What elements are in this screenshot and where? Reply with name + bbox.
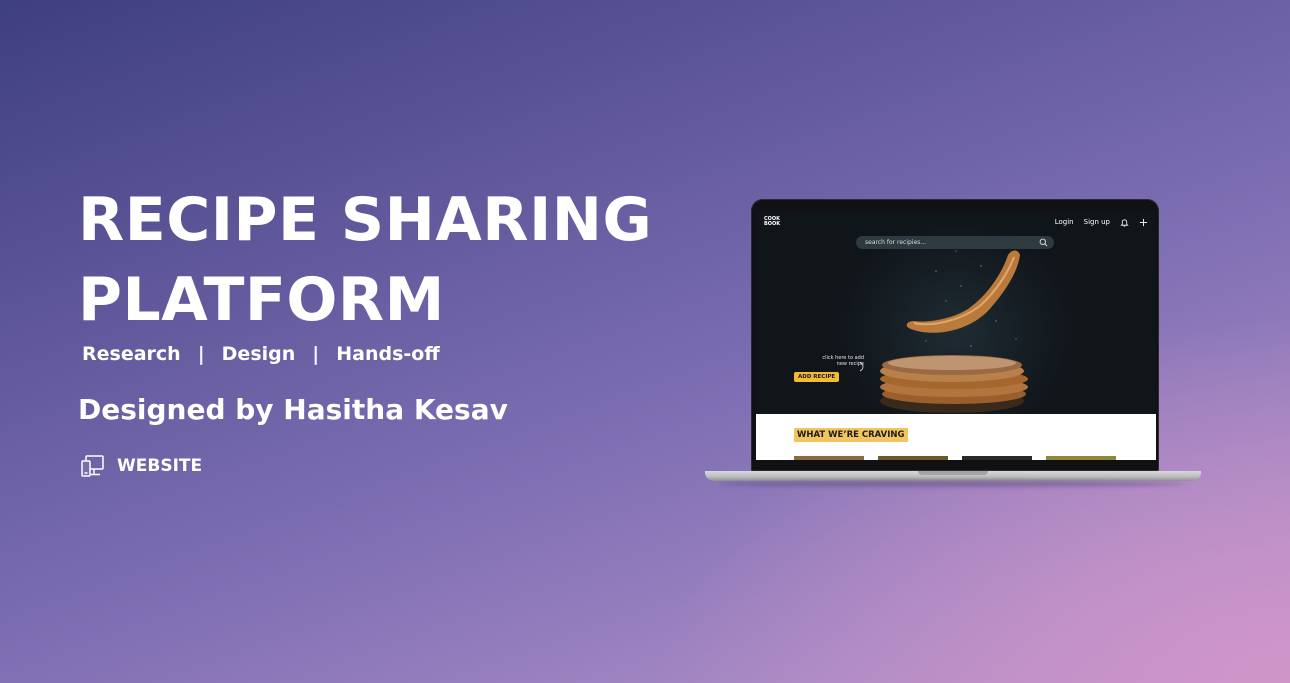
- tag-separator: |: [197, 343, 205, 365]
- laptop-shadow: [720, 481, 1186, 487]
- recipe-thumbnail[interactable]: [794, 456, 864, 460]
- devices-icon: [81, 455, 104, 477]
- mockup-search-placeholder: search for recipies...: [865, 239, 927, 246]
- title-line-1: RECIPE SHARING: [78, 185, 653, 255]
- laptop-notch: [918, 471, 988, 475]
- recipe-thumbnails: [794, 456, 1116, 460]
- tag-design: Design: [221, 343, 296, 365]
- mockup-nav-actions: Login Sign up: [1055, 218, 1148, 227]
- designer-byline: Designed by Hasitha Kesav: [78, 393, 508, 426]
- recipe-thumbnail[interactable]: [878, 456, 948, 460]
- tag-hands-off: Hands-off: [336, 343, 440, 365]
- section-heading: WHAT WE’RE CRAVING: [794, 428, 908, 442]
- bell-icon[interactable]: [1120, 218, 1129, 227]
- mockup-hero-image: COOK BOOK Login Sign up search for recip…: [756, 211, 1156, 414]
- mockup-logo[interactable]: COOK BOOK: [764, 217, 786, 227]
- tag-research: Research: [82, 343, 181, 365]
- recipe-thumbnail[interactable]: [962, 456, 1032, 460]
- mockup-content-section: WHAT WE’RE CRAVING: [756, 414, 1156, 460]
- mockup-signup-link[interactable]: Sign up: [1084, 218, 1110, 226]
- mockup-helper-text: click here to add new recipe: [822, 355, 864, 367]
- mockup-navbar: COOK BOOK Login Sign up: [756, 211, 1156, 233]
- laptop-screen: COOK BOOK Login Sign up search for recip…: [756, 211, 1156, 460]
- recipe-thumbnail[interactable]: [1046, 456, 1116, 460]
- page-title: RECIPE SHARING PLATFORM: [78, 180, 652, 340]
- mockup-search-input[interactable]: search for recipies...: [856, 236, 1054, 249]
- platform-label: WEBSITE: [117, 456, 203, 476]
- tag-separator: |: [312, 343, 320, 365]
- platform-label-row: WEBSITE: [81, 455, 202, 477]
- add-recipe-button[interactable]: ADD RECIPE: [794, 372, 840, 382]
- plus-icon[interactable]: [1139, 218, 1148, 227]
- process-tags: Research | Design | Hands-off: [82, 343, 440, 365]
- title-line-2: PLATFORM: [78, 265, 445, 335]
- mockup-login-link[interactable]: Login: [1055, 218, 1074, 226]
